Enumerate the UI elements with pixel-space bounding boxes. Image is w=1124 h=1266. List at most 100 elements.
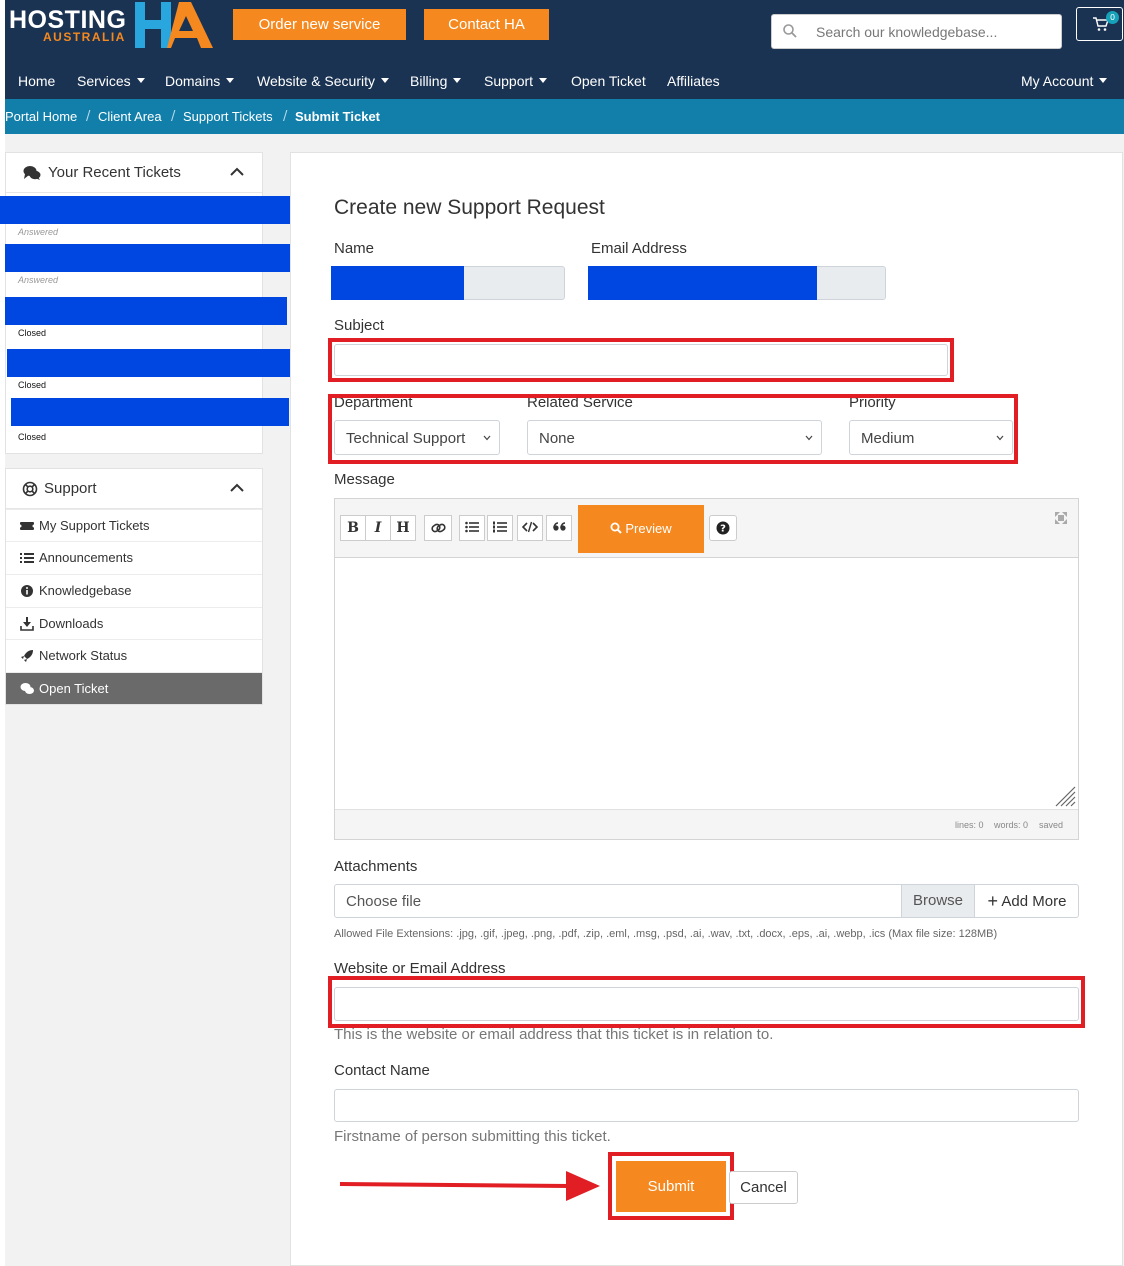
add-more-button[interactable]: + Add More [974,885,1079,917]
nav-affiliates[interactable]: Affiliates [667,73,720,89]
list-icon [20,553,34,563]
sidebar-item-label: Knowledgebase [39,583,132,598]
add-more-label: Add More [1001,893,1067,910]
bullet-list-button[interactable] [459,515,485,541]
chevron-up-icon[interactable] [230,167,244,177]
subject-highlight-box [328,338,954,382]
sidebar-item-label: Network Status [39,648,128,663]
search-input[interactable] [816,21,1046,43]
logo-text-australia: AUSTRALIA [43,30,126,44]
ticket-status: Answered [18,227,59,237]
ticket-status: Closed [18,380,47,390]
cart-button[interactable]: 0 [1076,7,1123,41]
sidebar-item-announcements[interactable]: Announcements [6,541,262,573]
redacted-ticket-title [5,244,291,272]
link-button[interactable] [424,515,452,541]
link-icon [430,523,446,533]
contact-name-input[interactable] [334,1089,1079,1122]
contact-ha-button[interactable]: Contact HA [424,9,549,40]
website-help-text: This is the website or email address tha… [334,1026,774,1043]
ticket-icon [20,522,34,530]
nav-services[interactable]: Services [77,73,145,89]
quote-button[interactable] [546,515,572,541]
nav-billing[interactable]: Billing [410,73,462,89]
hosting-australia-logo[interactable]: HOSTING AUSTRALIA [9,2,214,52]
browse-button[interactable]: Browse [901,885,974,917]
nav-website-security[interactable]: Website & Security [257,73,390,89]
editor-status-bar: lines: 0 words: 0 saved [335,809,1078,839]
editor-saved-status: saved [1039,820,1064,830]
ticket-status: Answered [18,275,59,285]
nav-support[interactable]: Support [484,73,548,89]
website-label: Website or Email Address [334,960,506,977]
choose-file-input[interactable]: Choose file [346,893,421,910]
fullscreen-icon[interactable] [1054,511,1068,525]
code-button[interactable] [517,515,543,541]
nav-label: Website & Security [257,73,376,89]
message-textarea[interactable] [335,559,1078,809]
subject-label: Subject [334,317,385,334]
nav-my-account[interactable]: My Account [1021,73,1108,89]
redacted-ticket-title [0,196,291,224]
breadcrumb-portal-home[interactable]: Portal Home [5,109,77,124]
bold-icon: B [347,520,359,536]
caret-down-icon [539,77,548,83]
help-button[interactable]: ? [709,515,737,541]
nav-home[interactable]: Home [18,73,55,89]
caret-down-icon [136,77,145,83]
heading-icon: H [396,520,410,536]
sidebar-item-my-support-tickets[interactable]: My Support Tickets [6,509,262,541]
quote-icon [552,522,566,531]
website-highlight-box [328,976,1085,1028]
sidebar-item-knowledgebase[interactable]: Knowledgebase [6,574,262,606]
resize-handle-icon[interactable] [1054,785,1076,807]
preview-button[interactable]: Preview [578,505,704,553]
name-label: Name [334,240,375,257]
ticket-item[interactable]: Answered [0,196,291,248]
sidebar-item-downloads[interactable]: Downloads [6,607,262,639]
recent-tickets-header[interactable]: Your Recent Tickets [6,153,262,193]
ticket-item[interactable]: Closed [5,297,287,349]
search-icon [783,24,797,38]
top-header: HOSTING AUSTRALIA Order new service Cont… [5,0,1124,64]
panel-title: Your Recent Tickets [48,164,181,181]
caret-down-icon [453,77,462,83]
order-new-service-button[interactable]: Order new service [233,9,406,40]
comments-icon [20,683,34,694]
ticket-item[interactable]: Closed [5,349,291,401]
breadcrumb-support-tickets[interactable]: Support Tickets [183,109,273,124]
sidebar-item-network-status[interactable]: Network Status [6,639,262,671]
numbered-list-button[interactable] [487,515,513,541]
attachments-label: Attachments [334,858,418,875]
editor-words-count: words: 0 [994,820,1029,830]
breadcrumb-client-area[interactable]: Client Area [98,109,162,124]
italic-button[interactable]: I [365,515,391,541]
chevron-up-icon[interactable] [230,483,244,493]
panel-title: Support [44,480,97,497]
ticket-item[interactable]: Answered [5,244,291,296]
support-panel-header[interactable]: Support [6,469,262,509]
sidebar-item-label: Downloads [39,616,104,631]
italic-icon: I [374,520,382,536]
nav-domains[interactable]: Domains [165,73,235,89]
nav-label: Domains [165,73,221,89]
plus-icon: + [987,891,999,911]
breadcrumb-submit-ticket: Submit Ticket [295,109,381,124]
bold-button[interactable]: B [340,515,366,541]
caret-down-icon [226,77,235,83]
nav-label: Home [18,73,56,89]
cancel-button[interactable]: Cancel [729,1171,798,1204]
sidebar-item-open-ticket[interactable]: Open Ticket [6,672,262,704]
submit-button[interactable]: Submit [616,1161,726,1212]
caret-down-icon [381,77,390,83]
contact-name-label: Contact Name [334,1062,430,1079]
logo-ha-mark-icon [135,2,213,48]
breadcrumb-separator: / [171,109,176,124]
nav-label: Open Ticket [571,73,646,89]
heading-button[interactable]: H [390,515,416,541]
nav-open-ticket[interactable]: Open Ticket [571,73,646,89]
redacted-ticket-title [11,398,289,426]
redacted-ticket-title [7,349,291,377]
cart-count-badge: 0 [1106,11,1119,24]
ticket-item[interactable]: Closed [5,398,289,450]
